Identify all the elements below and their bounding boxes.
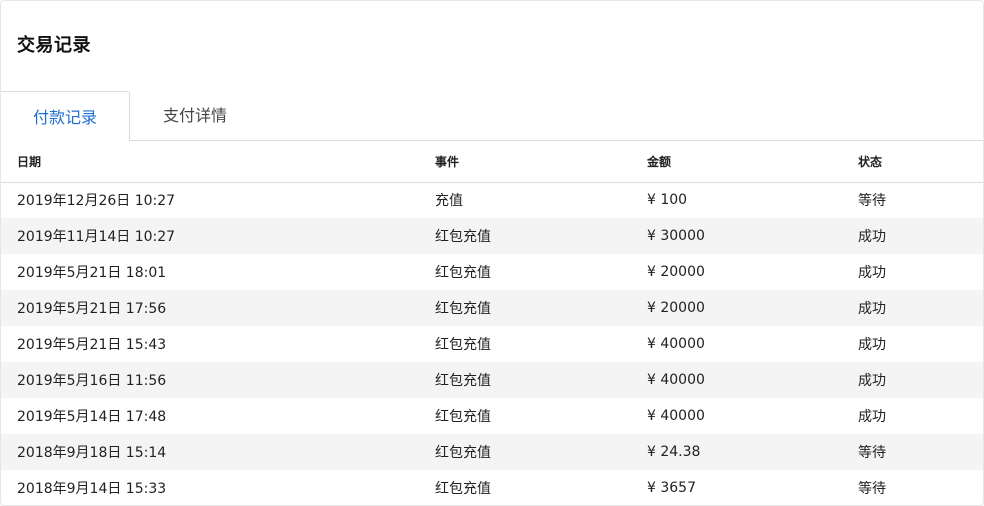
table-row[interactable]: 2019年12月26日 10:27 充值 ¥ 100 等待	[1, 182, 983, 218]
cell-event: 红包充值	[435, 409, 491, 425]
cell-event: 红包充值	[419, 218, 631, 254]
tab-payment-records[interactable]: 付款记录	[1, 91, 130, 142]
cell-event: 红包充值	[419, 362, 631, 398]
table-row[interactable]: 2019年5月16日 11:56 红包充值 ¥ 40000 成功	[1, 362, 983, 398]
transactions-table: 日期 事件 金额 状态 2019年12月26日 10:27 充值 ¥ 100 等…	[1, 142, 983, 505]
table-header-row: 日期 事件 金额 状态	[1, 142, 983, 183]
cell-event: 红包充值	[435, 481, 491, 497]
cell-status: 成功	[858, 337, 886, 353]
table-row[interactable]: 2019年5月21日 15:43 红包充值 ¥ 40000 成功	[1, 326, 983, 362]
column-header-amount[interactable]: 金额	[631, 142, 842, 183]
cell-event: 红包充值	[435, 337, 491, 353]
cell-status: 成功	[842, 362, 983, 398]
cell-amount: ¥ 3657	[647, 480, 696, 496]
table-row[interactable]: 2018年9月14日 15:33 红包充值 ¥ 3657 等待	[1, 470, 983, 505]
cell-date: 2018年9月14日 15:33	[17, 481, 167, 497]
cell-amount: ¥ 40000	[647, 336, 705, 352]
cell-event: 红包充值	[435, 265, 491, 281]
cell-amount: ¥ 40000	[631, 362, 842, 398]
page-title: 交易记录	[17, 35, 91, 56]
cell-amount: ¥ 40000	[647, 408, 705, 424]
cell-status: 成功	[842, 290, 983, 326]
cell-status: 成功	[842, 218, 983, 254]
table-row[interactable]: 2019年5月14日 17:48 红包充值 ¥ 40000 成功	[1, 398, 983, 434]
cell-status: 成功	[858, 265, 886, 281]
column-header-status[interactable]: 状态	[842, 142, 983, 183]
column-header-date[interactable]: 日期	[1, 142, 419, 183]
cell-amount: ¥ 24.38	[631, 434, 842, 470]
cell-amount: ¥ 20000	[647, 264, 705, 280]
cell-date: 2019年5月21日 18:01	[17, 265, 167, 281]
cell-event: 红包充值	[419, 434, 631, 470]
cell-amount: ¥ 100	[647, 192, 688, 209]
cell-status: 等待	[842, 434, 983, 470]
cell-status: 等待	[858, 481, 886, 497]
tab-bar: 付款记录 支付详情	[1, 91, 983, 142]
table-row[interactable]: 2019年11月14日 10:27 红包充值 ¥ 30000 成功	[1, 218, 983, 254]
cell-date: 2019年5月14日 17:48	[17, 409, 167, 425]
cell-event: 充值	[435, 193, 463, 210]
table-row[interactable]: 2019年5月21日 17:56 红包充值 ¥ 20000 成功	[1, 290, 983, 326]
cell-status: 成功	[858, 409, 886, 425]
cell-date: 2018年9月18日 15:14	[1, 434, 419, 470]
column-header-event[interactable]: 事件	[419, 142, 631, 183]
tab-payment-details[interactable]: 支付详情	[130, 91, 260, 141]
cell-date: 2019年5月16日 11:56	[1, 362, 419, 398]
cell-date: 2019年11月14日 10:27	[1, 218, 419, 254]
cell-date: 2019年12月26日 10:27	[17, 193, 176, 210]
table-row[interactable]: 2018年9月18日 15:14 红包充值 ¥ 24.38 等待	[1, 434, 983, 470]
cell-status: 等待	[858, 193, 886, 210]
cell-amount: ¥ 20000	[631, 290, 842, 326]
cell-date: 2019年5月21日 17:56	[1, 290, 419, 326]
cell-date: 2019年5月21日 15:43	[17, 337, 167, 353]
table-row[interactable]: 2019年5月21日 18:01 红包充值 ¥ 20000 成功	[1, 254, 983, 290]
transaction-records-panel: 交易记录 付款记录 支付详情 日期 事件 金额 状态 2019年12月26日 1…	[0, 0, 984, 506]
cell-event: 红包充值	[419, 290, 631, 326]
cell-amount: ¥ 30000	[631, 218, 842, 254]
